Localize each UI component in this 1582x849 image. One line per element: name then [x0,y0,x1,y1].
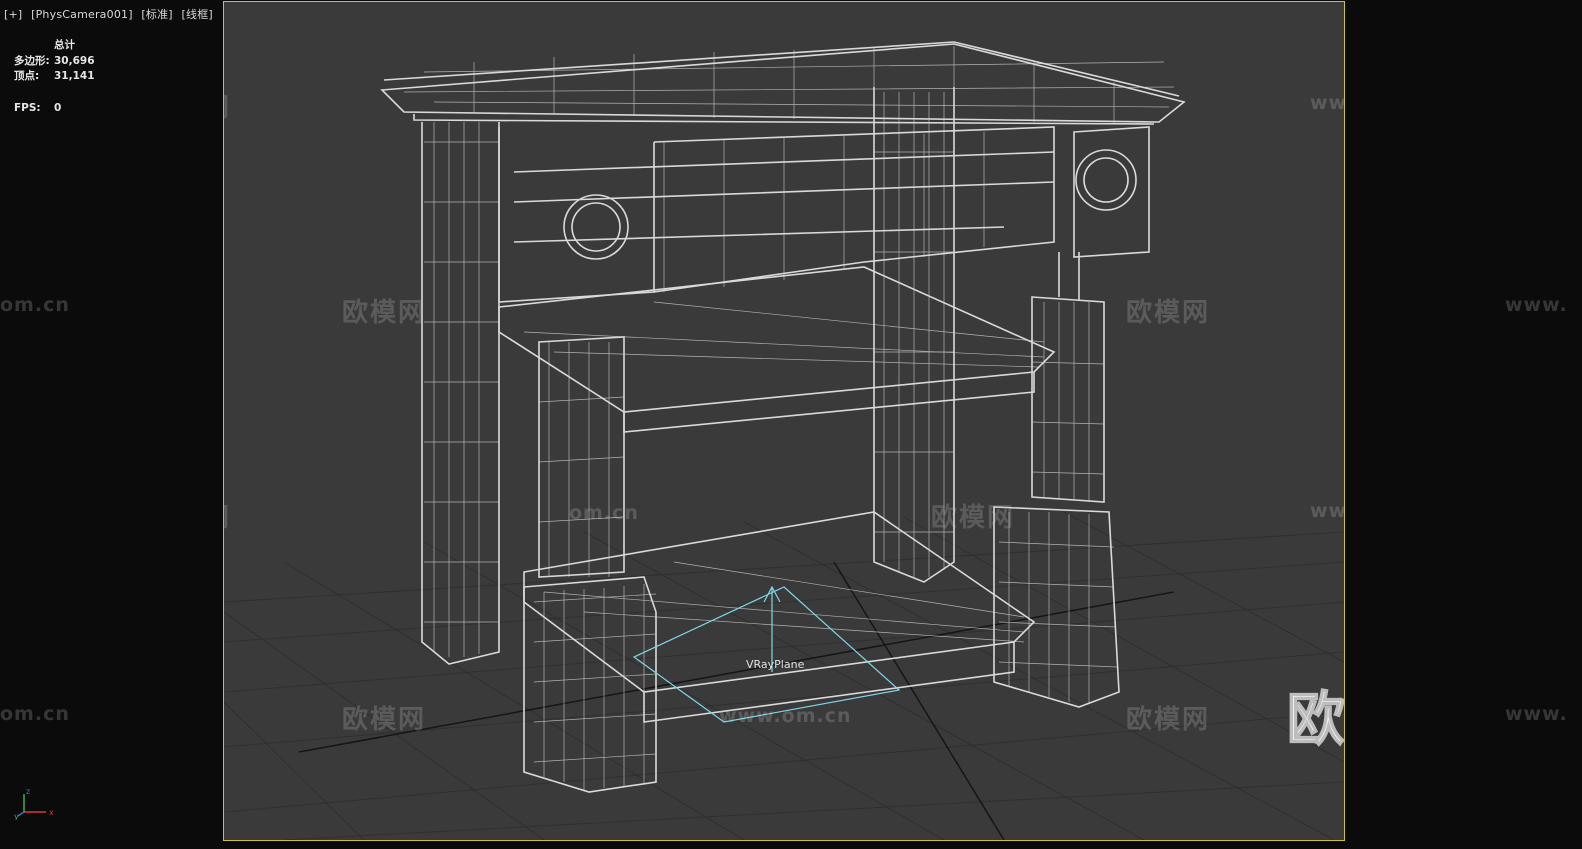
stats-polygons-value: 30,696 [54,54,95,67]
stats-total-header: 总计 [54,39,75,51]
watermark-url: www. [1505,703,1568,725]
ground-grid [224,511,1344,840]
axis-y-label: y [14,812,19,820]
viewport-camera-menu[interactable]: [PhysCamera001] [31,8,133,21]
stats-polygons-label: 多边形: [14,54,50,67]
watermark-url: om.cn [0,294,70,316]
statistics-panel: 总计 多边形: 30,696 顶点: 31,141 FPS: 0 [14,38,95,116]
axis-gizmo-icon: x z y [14,788,54,820]
stats-vertices-value: 31,141 [54,70,95,82]
axis-z-label: z [26,788,30,796]
watermark-url: www. [1505,294,1568,316]
scene-canvas[interactable]: VRayPlane [224,2,1344,840]
viewport-label: [+] [PhysCamera001] [标准] [线框] [4,6,218,22]
stats-fps-value: 0 [54,101,62,114]
stats-fps-label: FPS: [14,101,41,114]
vray-plane-helper[interactable] [632,585,901,723]
viewport-display-mode-menu[interactable]: [线框] [182,8,213,21]
perspective-viewport[interactable]: VRayPlane 欧模网 www.om.cn 欧模网 欧模网 欧模网 om.c… [223,1,1345,841]
vray-plane-label: VRayPlane [746,658,805,671]
watermark-url: om.cn [0,703,70,725]
viewport-shading-menu[interactable]: [标准] [141,8,172,21]
stats-vertices-label: 顶点: [14,70,40,82]
table-wireframe[interactable] [380,41,1186,793]
viewport-menu-plus[interactable]: [+] [4,8,22,21]
axis-x-label: x [49,808,54,817]
